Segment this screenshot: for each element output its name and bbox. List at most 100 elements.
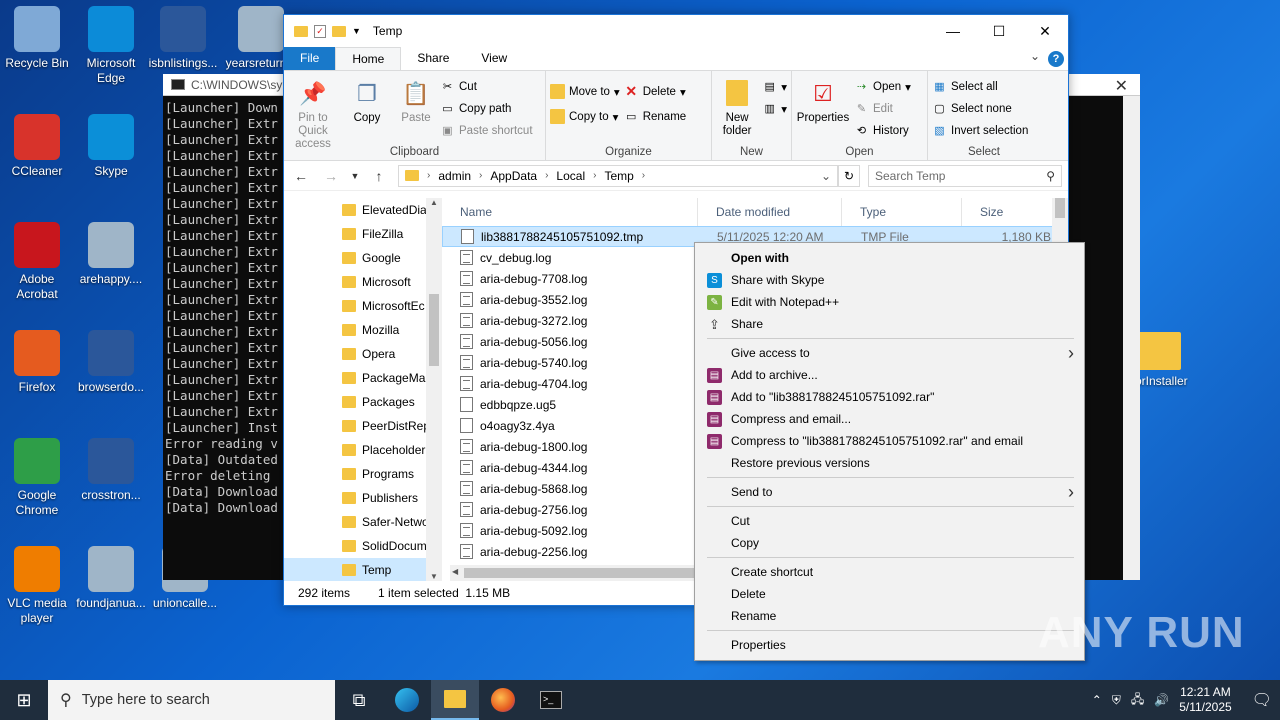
- desktop-icon[interactable]: crosstron...: [74, 438, 148, 503]
- menu-item-edit-with-notepad[interactable]: ✎ Edit with Notepad++: [697, 291, 1082, 313]
- forward-arrow-icon[interactable]: →: [320, 168, 342, 184]
- nav-folder-item[interactable]: PackageMa: [284, 366, 442, 390]
- column-name[interactable]: Name: [442, 198, 698, 226]
- easy-access-button[interactable]: ▥ ▾: [762, 100, 787, 117]
- clock[interactable]: 12:21 AM 5/11/2025: [1179, 685, 1232, 715]
- navigation-pane[interactable]: ElevatedDia FileZilla Google Microsoft Micro…: [284, 198, 442, 581]
- desktop-icon[interactable]: Recycle Bin: [0, 6, 74, 71]
- delete-button[interactable]: ✕ Delete ▾: [624, 83, 686, 100]
- network-icon[interactable]: 🖧: [1131, 690, 1144, 711]
- nav-folder-item[interactable]: MicrosoftEc: [284, 294, 442, 318]
- pin-to-quick-access-button[interactable]: 📌 Pin to Quick access: [288, 75, 338, 150]
- properties-quick-icon[interactable]: ✓: [314, 24, 326, 38]
- desktop-icon[interactable]: Google Chrome: [0, 438, 74, 518]
- nav-folder-item[interactable]: Packages: [284, 390, 442, 414]
- open-button[interactable]: ⇢ Open ▾: [854, 78, 911, 95]
- desktop-icon[interactable]: foundjanua...: [74, 546, 148, 611]
- scroll-up-icon[interactable]: ▲: [426, 198, 442, 207]
- menu-item-add-to-lib3881788245105751092-rar[interactable]: ▤ Add to "lib3881788245105751092.rar": [697, 386, 1082, 408]
- paste-shortcut-button[interactable]: ▣ Paste shortcut: [440, 122, 532, 139]
- security-icon[interactable]: ⛨: [1112, 693, 1121, 708]
- tab-file[interactable]: File: [284, 47, 336, 70]
- menu-item-create-shortcut[interactable]: Create shortcut: [697, 561, 1082, 583]
- tab-share[interactable]: Share: [401, 47, 465, 70]
- desktop-icon[interactable]: isbnlistings...: [146, 6, 220, 71]
- desktop-icon[interactable]: Firefox: [0, 330, 74, 395]
- paste-button[interactable]: 📋 Paste: [396, 75, 436, 144]
- new-folder-quick-icon[interactable]: [332, 25, 346, 37]
- menu-item-cut[interactable]: Cut: [697, 510, 1082, 532]
- nav-folder-item[interactable]: Microsoft: [284, 270, 442, 294]
- select-none-button[interactable]: ▢ Select none: [932, 100, 1028, 117]
- menu-item-send-to[interactable]: Send to ›: [697, 481, 1082, 503]
- cut-button[interactable]: ✂ Cut: [440, 78, 533, 95]
- nav-folder-item[interactable]: Safer-Netwo: [284, 510, 442, 534]
- start-windows-icon[interactable]: ⊞: [0, 680, 48, 720]
- menu-item-delete[interactable]: Delete: [697, 583, 1082, 605]
- column-size[interactable]: Size: [962, 198, 1042, 226]
- menu-item-compress-and-email[interactable]: ▤ Compress and email...: [697, 408, 1082, 430]
- menu-item-add-to-archive[interactable]: ▤ Add to archive...: [697, 364, 1082, 386]
- nav-folder-item[interactable]: Mozilla: [284, 318, 442, 342]
- horizontal-scroll-thumb[interactable]: [464, 568, 704, 578]
- menu-item-properties[interactable]: Properties: [697, 634, 1082, 656]
- desktop-icon[interactable]: CCleaner: [0, 114, 74, 179]
- file-scroll-thumb[interactable]: [1055, 198, 1065, 218]
- console-taskbar-icon[interactable]: >_: [527, 680, 575, 720]
- nav-scrollbar[interactable]: ▲ ▼: [426, 198, 442, 581]
- nav-folder-item[interactable]: Publishers: [284, 486, 442, 510]
- nav-folder-item[interactable]: PeerDistRep: [284, 414, 442, 438]
- nav-folder-item[interactable]: ElevatedDia: [284, 198, 442, 222]
- tab-home[interactable]: Home: [335, 47, 402, 70]
- close-button[interactable]: ✕: [1022, 15, 1068, 47]
- task-view-icon[interactable]: ⧉: [335, 680, 383, 720]
- tray-chevron-icon[interactable]: ⌃: [1092, 693, 1102, 707]
- nav-folder-item[interactable]: Placeholder: [284, 438, 442, 462]
- minimize-button[interactable]: —: [930, 15, 976, 47]
- nav-folder-item[interactable]: Google: [284, 246, 442, 270]
- refresh-icon[interactable]: ↻: [838, 164, 860, 187]
- desktop-icon[interactable]: Adobe Acrobat: [0, 222, 74, 302]
- desktop-icon[interactable]: Skype: [74, 114, 148, 179]
- invert-selection-button[interactable]: ▧ Invert selection: [932, 122, 1028, 139]
- address-bar[interactable]: › admin › AppData › Local › Temp › ⌄: [398, 164, 838, 187]
- properties-button[interactable]: ☑ Properties: [796, 75, 850, 144]
- select-all-button[interactable]: ▦ Select all: [932, 78, 1028, 95]
- firefox-taskbar-icon[interactable]: [479, 680, 527, 720]
- move-to-button[interactable]: Move to ▾: [550, 83, 620, 100]
- console-scrollbar[interactable]: [1123, 96, 1140, 580]
- console-close-icon[interactable]: ✕: [1115, 76, 1128, 96]
- scroll-left-icon[interactable]: ◀: [452, 567, 458, 576]
- menu-item-restore-previous-versions[interactable]: Restore previous versions: [697, 452, 1082, 474]
- breadcrumb-appdata[interactable]: AppData: [490, 169, 537, 183]
- new-item-button[interactable]: ▤ ▾: [762, 78, 787, 95]
- breadcrumb-admin[interactable]: admin: [438, 169, 471, 183]
- notifications-icon[interactable]: 🗨: [1252, 690, 1272, 710]
- back-arrow-icon[interactable]: ←: [290, 168, 312, 184]
- rename-button[interactable]: ▭ Rename: [624, 108, 686, 125]
- menu-item-share[interactable]: ⇪ Share: [697, 313, 1082, 335]
- up-arrow-icon[interactable]: ↑: [368, 168, 390, 184]
- menu-item-give-access-to[interactable]: Give access to ›: [697, 342, 1082, 364]
- customize-qa-chevron-icon[interactable]: ▼: [352, 26, 361, 36]
- nav-folder-item[interactable]: SolidDocum: [284, 534, 442, 558]
- volume-icon[interactable]: 🔊: [1154, 693, 1169, 707]
- edit-button[interactable]: ✎ Edit: [854, 100, 911, 117]
- taskbar-search-input[interactable]: ⚲ Type here to search: [48, 680, 335, 720]
- file-explorer-taskbar-icon[interactable]: [431, 680, 479, 720]
- menu-item-share-with-skype[interactable]: S Share with Skype: [697, 269, 1082, 291]
- nav-folder-item[interactable]: Temp: [284, 558, 442, 581]
- history-button[interactable]: ⟲ History: [854, 122, 911, 139]
- nav-folder-item[interactable]: FileZilla: [284, 222, 442, 246]
- nav-folder-item[interactable]: Programs: [284, 462, 442, 486]
- copy-path-button[interactable]: ▭ Copy path: [440, 100, 533, 117]
- column-date-modified[interactable]: Date modified: [698, 198, 842, 226]
- menu-item-compress-to-lib3881788245105751092-rar-a[interactable]: ▤ Compress to "lib3881788245105751092.rar…: [697, 430, 1082, 452]
- explorer-title-bar[interactable]: ✓ ▼ Temp — ☐ ✕: [284, 15, 1068, 47]
- desktop-icon[interactable]: VLC media player: [0, 546, 74, 626]
- menu-item-open-with[interactable]: Open with: [697, 247, 1082, 269]
- menu-item-copy[interactable]: Copy: [697, 532, 1082, 554]
- desktop-icon[interactable]: Microsoft Edge: [74, 6, 148, 86]
- recent-locations-chevron-icon[interactable]: ▼: [350, 171, 360, 181]
- maximize-button[interactable]: ☐: [976, 15, 1022, 47]
